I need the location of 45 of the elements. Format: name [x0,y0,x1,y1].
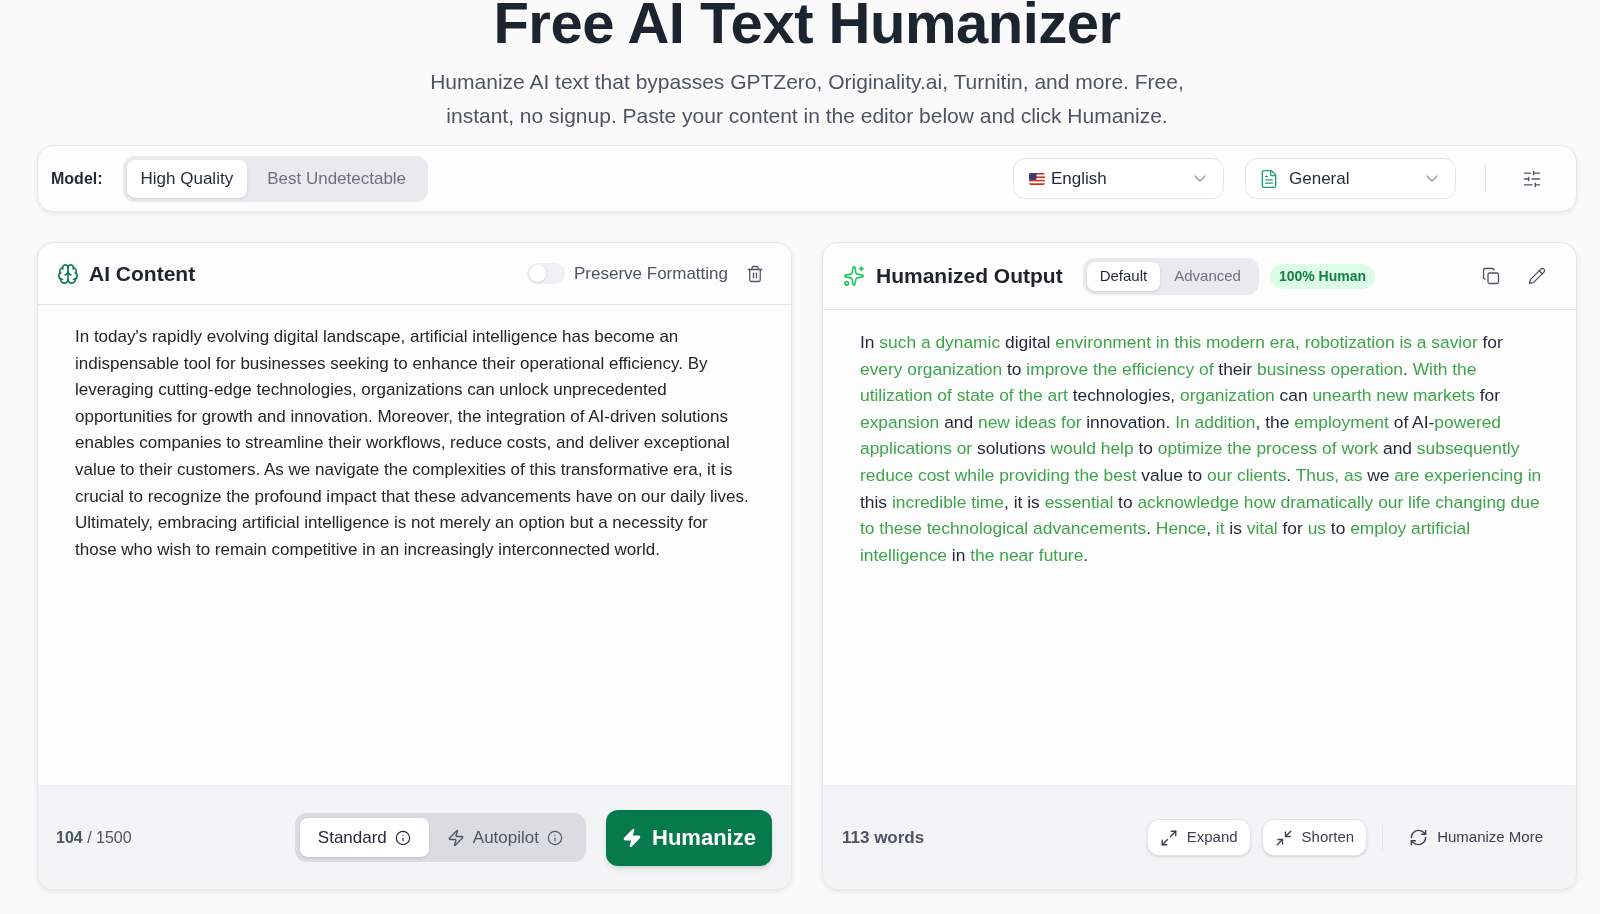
page-subtitle: Humanize AI text that bypasses GPTZero, Originality.ai, Turnitin, and more. Free, instant, no signup. Paste your content in the editor below and click Humanize. [429,69,1185,129]
flag-icon [1029,172,1045,185]
view-tab[interactable]: Default [1086,261,1161,291]
chevron-down-icon [1194,175,1206,182]
rewrite-button[interactable]: Humanize More [1407,819,1545,856]
edit-button[interactable] [1528,267,1546,285]
settings-button[interactable] [1522,168,1542,189]
shrink-icon [1274,828,1293,847]
document-icon [1259,168,1279,189]
refresh-icon [1409,828,1429,847]
humanize-button[interactable]: Humanize [606,809,772,866]
copy-icon [1482,267,1500,285]
copy-button[interactable] [1482,267,1500,285]
view-tab[interactable]: Advanced [1160,261,1255,291]
expand-button[interactable]: Expand [1146,819,1251,856]
shorten-button[interactable]: Shorten [1261,819,1368,856]
page-title: Free AI Text Humanizer [493,0,1121,46]
text-editor[interactable]: In today's rapidly evolving digital landscape, artificial intelligence has become an indispensable tool for businesses seeking to enhance their operational efficiency. By leveraging cutting-edge technologies, organizations can unlock unprecedented opportunities for growth and innovation. Moreover, the integration of AI-driven solutions enables companies to streamline their workflows, reduce costs, and deliver exceptional value to their customers. As we navigate the complexities of this transformative era, it is crucial to recognize the profound impact that these advancements have on our daily lives. Ultimately, embracing artificial intelligence is not merely an option but a necessity for those who wish to remain competitive in an increasingly interconnected world. [38,305,791,785]
word-count: 113 words [842,826,925,849]
output-text: In such a dynamic digital environment in this modern era, robotization is a savior for every organization to improve the efficiency of their business operation. With the utilization of state of the art technologies, organization can unearth new markets for expansion and new ideas for innovation. In addition, the employment of AI-powered applications or solutions would help to optimize the process of work and subsequently reduce cost while providing the best value to our clients. Thus, as we are experiencing in this incredible time, it is essential to acknowledge how dramatically our life changing due to these technological advancements. Hence, it is vital for us to employ artificial intelligence in the near future. [859,331,1543,567]
trash-icon [746,264,764,283]
expand-icon [1159,828,1178,847]
language-dropdown[interactable]: English [1013,158,1224,199]
lightning-icon [446,828,465,847]
panel-title: AI Content [89,260,196,287]
delete-button[interactable] [746,264,764,283]
info-icon [394,829,411,846]
mode-tab[interactable]: Autopilot [428,818,581,857]
model-label: Model: [51,168,103,189]
model-tab[interactable]: High Quality [126,159,248,198]
tone-dropdown[interactable]: General [1245,158,1456,199]
model-tab[interactable]: Best Undetectable [249,159,425,198]
brain-icon [57,262,79,285]
chevron-down-icon [1426,175,1438,182]
character-counter: 104 / 1500 [56,827,132,848]
mode-tab[interactable]: Standard [299,818,429,857]
info-icon [547,829,563,846]
sliders-icon [1522,168,1542,189]
toggle-label: Preserve Formatting [574,262,728,285]
lightning-icon [622,827,643,848]
human-score-badge: 100% Human [1269,263,1376,289]
pencil-icon [1528,267,1546,285]
panel-title: Humanized Output [876,263,1063,290]
toggle-switch[interactable] [527,263,565,284]
sparkle-icon [843,265,865,287]
